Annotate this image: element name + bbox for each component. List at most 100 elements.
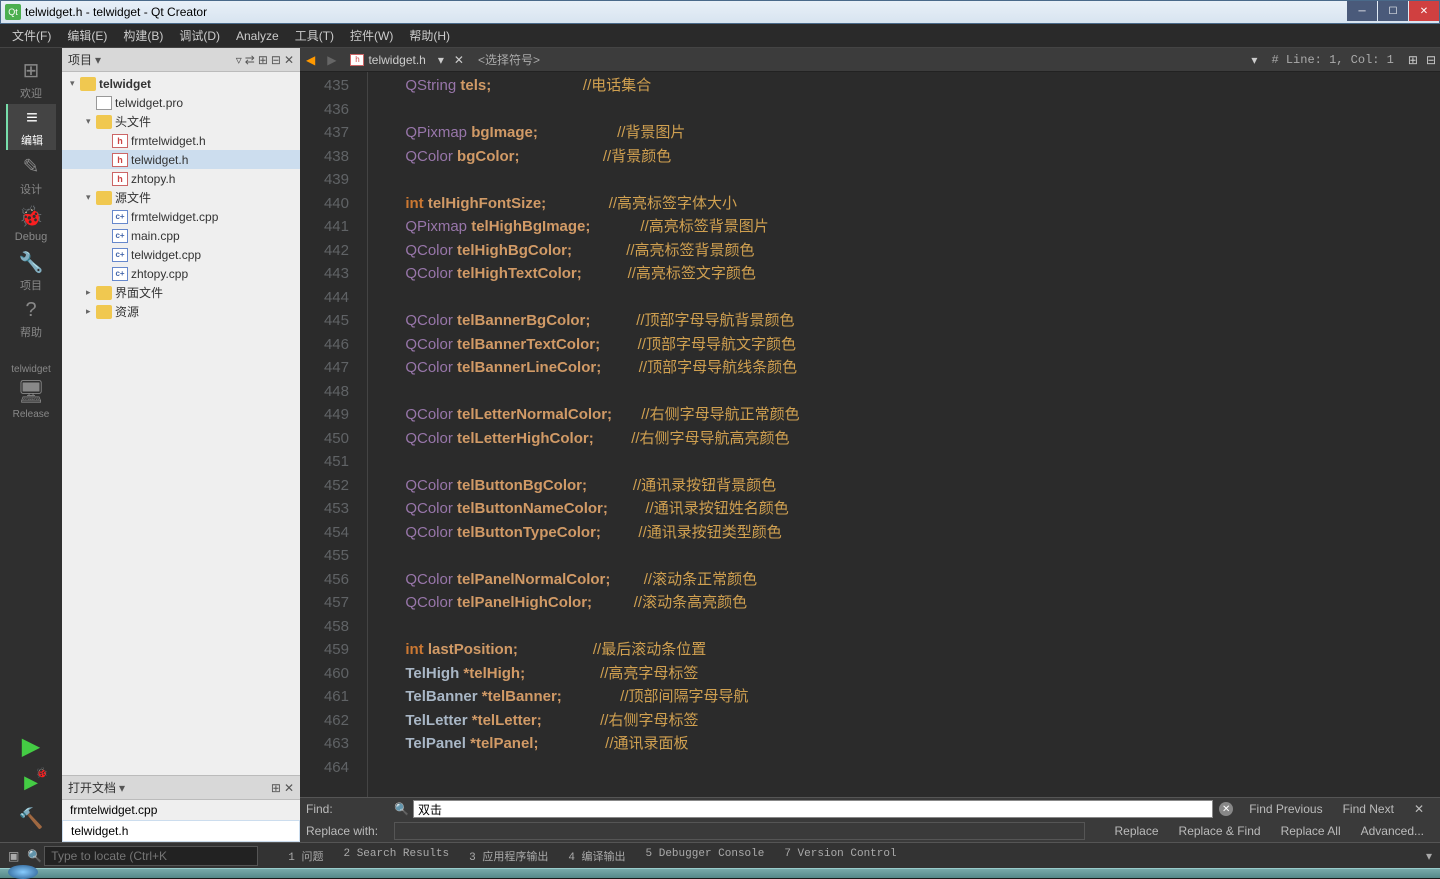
code-editor[interactable]: 4354364374384394404414424434444454464474… [300,72,1440,797]
openfile-item[interactable]: telwidget.h [62,820,300,842]
target-label: telwidget [11,364,50,375]
replace-button[interactable]: Replace [1105,824,1169,838]
split-right-icon[interactable]: ⊞ [1404,53,1422,67]
maximize-button[interactable]: ☐ [1378,1,1408,21]
window-title: telwidget.h - telwidget - Qt Creator [25,5,207,19]
openfile-item[interactable]: frmtelwidget.cpp [62,800,300,820]
tree-item[interactable]: c+telwidget.cpp [62,245,300,264]
tree-item[interactable]: hzhtopy.h [62,169,300,188]
tab-close-icon[interactable]: ✕ [448,53,470,67]
locator-input[interactable] [44,846,258,866]
mode-帮助[interactable]: ?帮助 [6,296,56,342]
output-dropdown-icon[interactable]: ▾ [1418,849,1440,863]
split-icon[interactable]: ⊞ [271,781,281,795]
minimize-button[interactable]: ─ [1347,1,1377,21]
project-sidebar: 项目 ▾ ▿ ⇄ ⊞ ⊟ ✕ ▾telwidgettelwidget.pro▾头… [62,48,300,842]
find-next-button[interactable]: Find Next [1333,802,1404,816]
replace-all-button[interactable]: Replace All [1271,824,1351,838]
os-taskbar [0,868,1440,878]
tree-item[interactable]: ▾telwidget [62,74,300,93]
output-tab[interactable]: 1 问题 [278,848,333,864]
tab-filename: telwidget.h [368,53,425,67]
menu-item[interactable]: 控件(W) [342,23,401,48]
close-pane-icon[interactable]: ✕ [284,781,294,795]
mode-Debug[interactable]: 🐞Debug [6,200,56,246]
find-input[interactable] [413,800,1213,818]
menu-item[interactable]: Analyze [228,25,287,47]
openfiles-header: 打开文档 ▾ ⊞ ✕ [62,776,300,800]
bottom-bar: ▣ 🔍 1 问题2 Search Results3 应用程序输出4 编译输出5 … [0,842,1440,868]
find-close-icon[interactable]: ✕ [1404,802,1434,816]
tree-item[interactable]: ▸资源 [62,302,300,321]
release-label: Release [13,409,50,420]
search-icon: 🔍 [394,802,409,816]
filter-icon[interactable]: ▿ [236,53,242,67]
project-tree[interactable]: ▾telwidgettelwidget.pro▾头文件hfrmtelwidget… [62,72,300,775]
right-dropdown-icon[interactable]: ▾ [1247,53,1261,67]
output-tab[interactable]: 7 Version Control [774,848,906,864]
sidebar-header: 项目 ▾ ▿ ⇄ ⊞ ⊟ ✕ [62,48,300,72]
debug-run-button[interactable]: ▶🐞 [0,764,62,800]
menu-item[interactable]: 调试(D) [171,23,228,48]
file-tab[interactable]: h telwidget.h [342,48,433,71]
menu-bar: 文件(F)编辑(E)构建(B)调试(D)Analyze工具(T)控件(W)帮助(… [0,24,1440,48]
advanced-button[interactable]: Advanced... [1351,824,1434,838]
line-gutter: 4354364374384394404414424434444454464474… [300,72,368,797]
dropdown-icon[interactable]: ▾ [119,781,125,795]
sidebar-title: 项目 [68,51,92,68]
file-type-icon: h [350,54,364,66]
output-toggle-icon[interactable]: ▣ [0,849,27,863]
line-col-indicator: # Line: 1, Col: 1 [1261,53,1403,67]
menu-item[interactable]: 构建(B) [115,23,171,48]
nav-back-icon[interactable]: ◀ [300,53,321,67]
tree-item[interactable]: c+main.cpp [62,226,300,245]
close-button[interactable]: ✕ [1409,1,1439,21]
target-icon[interactable]: 🖥 [17,379,45,405]
tree-item[interactable]: telwidget.pro [62,93,300,112]
build-button[interactable]: 🔨 [0,800,62,836]
tree-item[interactable]: htelwidget.h [62,150,300,169]
menu-item[interactable]: 帮助(H) [401,23,458,48]
sync-icon[interactable]: ⇄ [245,53,255,67]
output-tab[interactable]: 3 应用程序输出 [459,848,558,864]
menu-item[interactable]: 工具(T) [287,23,342,48]
editor-tabs: ◀ ▶ h telwidget.h ▾ ✕ <选择符号> ▾ # Line: 1… [300,48,1440,72]
mode-项目[interactable]: 🔧项目 [6,248,56,294]
menu-item[interactable]: 文件(F) [4,23,59,48]
find-prev-button[interactable]: Find Previous [1239,802,1332,816]
mode-bar: ⊞欢迎≡编辑✎设计🐞Debug🔧项目?帮助 telwidget 🖥 Releas… [0,48,62,842]
close-pane-icon[interactable]: ✕ [284,53,294,67]
tree-item[interactable]: ▸界面文件 [62,283,300,302]
tree-item[interactable]: ▾头文件 [62,112,300,131]
mode-欢迎[interactable]: ⊞欢迎 [6,56,56,102]
clear-icon[interactable]: ✕ [1219,802,1233,816]
app-icon: Qt [5,4,21,20]
locator-icon: 🔍 [27,849,42,863]
menu-item[interactable]: 编辑(E) [59,23,115,48]
dropdown-icon[interactable]: ▾ [95,53,101,67]
output-tab[interactable]: 4 编译输出 [558,848,635,864]
nav-forward-icon[interactable]: ▶ [321,53,342,67]
replace-find-button[interactable]: Replace & Find [1169,824,1271,838]
openfiles-title: 打开文档 [68,779,116,796]
run-button[interactable]: ▶ [0,728,62,764]
start-button[interactable] [8,865,38,879]
tab-dropdown-icon[interactable]: ▾ [434,53,448,67]
code-text[interactable]: QString tels; //电话集合 QPixmap bgImage; //… [368,72,1440,797]
output-tab[interactable]: 2 Search Results [334,848,460,864]
tree-item[interactable]: c+frmtelwidget.cpp [62,207,300,226]
tree-item[interactable]: hfrmtelwidget.h [62,131,300,150]
replace-input[interactable] [394,822,1085,840]
mode-设计[interactable]: ✎设计 [6,152,56,198]
split-down-icon[interactable]: ⊟ [1422,53,1440,67]
tree-item[interactable]: ▾源文件 [62,188,300,207]
find-label: Find: [306,802,394,816]
output-tab[interactable]: 5 Debugger Console [636,848,775,864]
add-icon[interactable]: ⊞ [258,53,268,67]
mode-编辑[interactable]: ≡编辑 [6,104,56,150]
editor-area: ◀ ▶ h telwidget.h ▾ ✕ <选择符号> ▾ # Line: 1… [300,48,1440,842]
symbol-selector[interactable]: <选择符号> [470,51,548,68]
tree-item[interactable]: c+zhtopy.cpp [62,264,300,283]
split-icon[interactable]: ⊟ [271,53,281,67]
replace-label: Replace with: [306,824,394,838]
